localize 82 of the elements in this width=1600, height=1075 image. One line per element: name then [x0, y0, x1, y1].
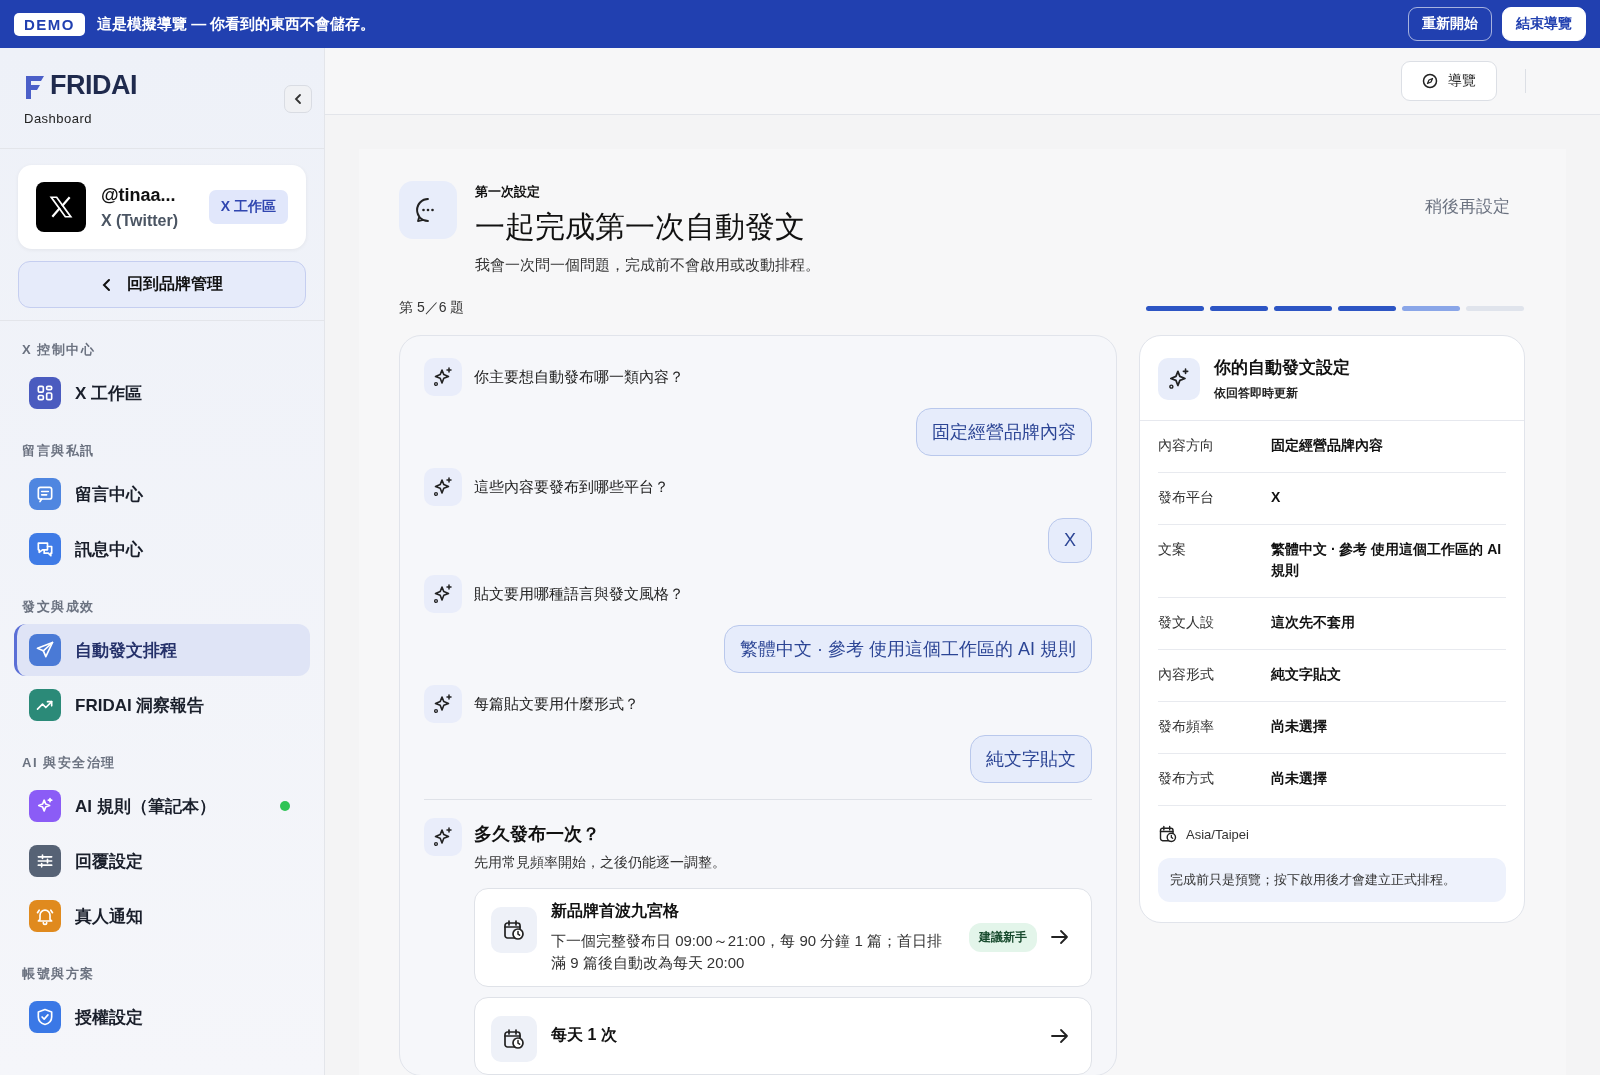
summary-subtitle: 依回答即時更新 — [1214, 385, 1299, 402]
setting-label: 發布頻率 — [1158, 718, 1215, 736]
sparkle-icon — [424, 358, 462, 396]
section-title: 發文與成效 — [21, 598, 96, 616]
sparkle-icon — [1158, 358, 1200, 400]
timezone-label: Asia/Taipei — [1186, 826, 1249, 842]
workspace-badge: X 工作區 — [208, 190, 288, 224]
bot-question: 每篇貼文要用什麼形式？ — [474, 694, 639, 714]
arrow-right-icon — [1051, 1027, 1069, 1044]
restart-button[interactable]: 重新開始 — [1408, 7, 1492, 41]
nav-item[interactable]: 訊息中心 — [14, 523, 310, 575]
setting-value: 這次先不套用 — [1271, 613, 1355, 632]
answer-bubble: 固定經營品牌內容 — [916, 408, 1092, 456]
setting-label: 發布平台 — [1158, 489, 1215, 507]
bot-question: 你主要想自動發布哪一類內容？ — [474, 367, 684, 387]
setup-title: 一起完成第一次自動發文 — [475, 209, 806, 245]
demo-badge: DEMO — [14, 12, 85, 36]
setting-value: 尚未選擇 — [1271, 769, 1327, 788]
nav-item[interactable]: 真人通知 — [14, 890, 310, 942]
recommended-tag: 建議新手 — [969, 922, 1037, 952]
setting-value: 尚未選擇 — [1271, 717, 1327, 736]
section-title: AI 與安全治理 — [21, 754, 117, 772]
brand-subtitle: Dashboard — [24, 111, 94, 126]
skip-link[interactable]: 稍後再設定 — [1425, 195, 1510, 218]
option-title: 新品牌首波九宮格 — [551, 901, 680, 921]
nav-item[interactable]: AI 規則（筆記本） — [14, 780, 310, 832]
compass-icon — [1422, 73, 1438, 89]
answer-bubble: 繁體中文 · 參考 使用這個工作區的 AI 規則 — [724, 625, 1092, 673]
nav-item[interactable]: 授權設定 — [14, 991, 310, 1043]
frequency-option[interactable]: 每天 1 次 — [474, 996, 1092, 1075]
setting-value: 繁體中文 · 參考 使用這個工作區的 AI 規則 — [1271, 540, 1503, 580]
bot-question: 這些內容要發布到哪些平台？ — [474, 477, 669, 497]
calendar-clock-icon — [491, 907, 537, 953]
collapse-button[interactable] — [284, 85, 312, 113]
frequency-option[interactable]: 新品牌首波九宮格 下一個完整發布日 09:00～21:00，每 90 分鐘 1 篇；首日排滿 9 篇後自動改為每天 20:00 建議新手 — [474, 888, 1092, 987]
setup-description: 我會一次問一個問題，完成前不會啟用或改動排程。 — [475, 256, 820, 275]
calendar-clock-icon — [1158, 824, 1178, 844]
progress-label: 第 5／6 題 — [399, 299, 465, 317]
setup-eyebrow: 第一次設定 — [475, 183, 541, 201]
arrow-right-icon — [1051, 929, 1069, 946]
answer-bubble: 純文字貼文 — [970, 735, 1092, 783]
nav-item[interactable]: 留言中心 — [14, 468, 310, 520]
preview-note: 完成前只是預覽；按下啟用後才會建立正式排程。 — [1158, 858, 1506, 902]
setting-value: 固定經營品牌內容 — [1271, 436, 1383, 455]
setting-label: 內容方向 — [1158, 437, 1215, 455]
question-hint: 先用常見頻率開始，之後仍能逐一調整。 — [474, 854, 726, 872]
nav-item[interactable]: FRIDAI 洞察報告 — [14, 679, 310, 731]
account-platform: X (Twitter) — [101, 211, 179, 230]
back-button[interactable]: 回到品牌管理 — [18, 261, 306, 308]
section-title: X 控制中心 — [21, 341, 97, 359]
sparkle-icon — [424, 575, 462, 613]
end-tour-button[interactable]: 結束導覽 — [1502, 7, 1586, 41]
logo-icon — [24, 73, 46, 101]
section-title: 留言與私訊 — [21, 442, 96, 460]
setting-value: X — [1271, 488, 1281, 507]
bot-question: 貼文要用哪種語言與發文風格？ — [474, 584, 684, 604]
chevron-left-icon — [101, 277, 113, 292]
x-logo-icon — [36, 182, 86, 232]
chevron-left-icon — [292, 93, 304, 105]
brand-logo: FRIDAI — [50, 72, 137, 102]
demo-message: 這是模擬導覽 — 你看到的東西不會儲存。 — [97, 14, 377, 34]
setting-label: 發文人設 — [1158, 614, 1215, 632]
current-question: 多久發布一次？ — [474, 823, 601, 846]
sparkle-icon — [424, 685, 462, 723]
setting-label: 發布方式 — [1158, 770, 1215, 788]
chat-bubble-icon — [399, 181, 457, 239]
setting-value: 純文字貼文 — [1271, 665, 1341, 684]
calendar-clock-icon — [491, 1015, 537, 1062]
option-title: 每天 1 次 — [551, 1025, 618, 1045]
sparkle-icon — [424, 818, 462, 856]
sparkle-icon — [424, 468, 462, 506]
summary-title: 你的自動發文設定 — [1214, 357, 1350, 379]
section-title: 帳號與方案 — [21, 965, 96, 983]
setting-label: 內容形式 — [1158, 666, 1215, 684]
nav-item[interactable]: 回覆設定 — [14, 835, 310, 887]
nav-item[interactable]: 自動發文排程 — [14, 624, 310, 676]
option-description: 下一個完整發布日 09:00～21:00，每 90 分鐘 1 篇；首日排滿 9 篇後自動改為每天 20:00 — [551, 931, 943, 973]
tour-button[interactable]: 導覽 — [1401, 61, 1497, 101]
setting-label: 文案 — [1158, 541, 1187, 559]
nav-item[interactable]: X 工作區 — [14, 367, 310, 419]
answer-bubble: X — [1048, 518, 1092, 563]
account-handle: @tinaa... — [101, 184, 177, 206]
